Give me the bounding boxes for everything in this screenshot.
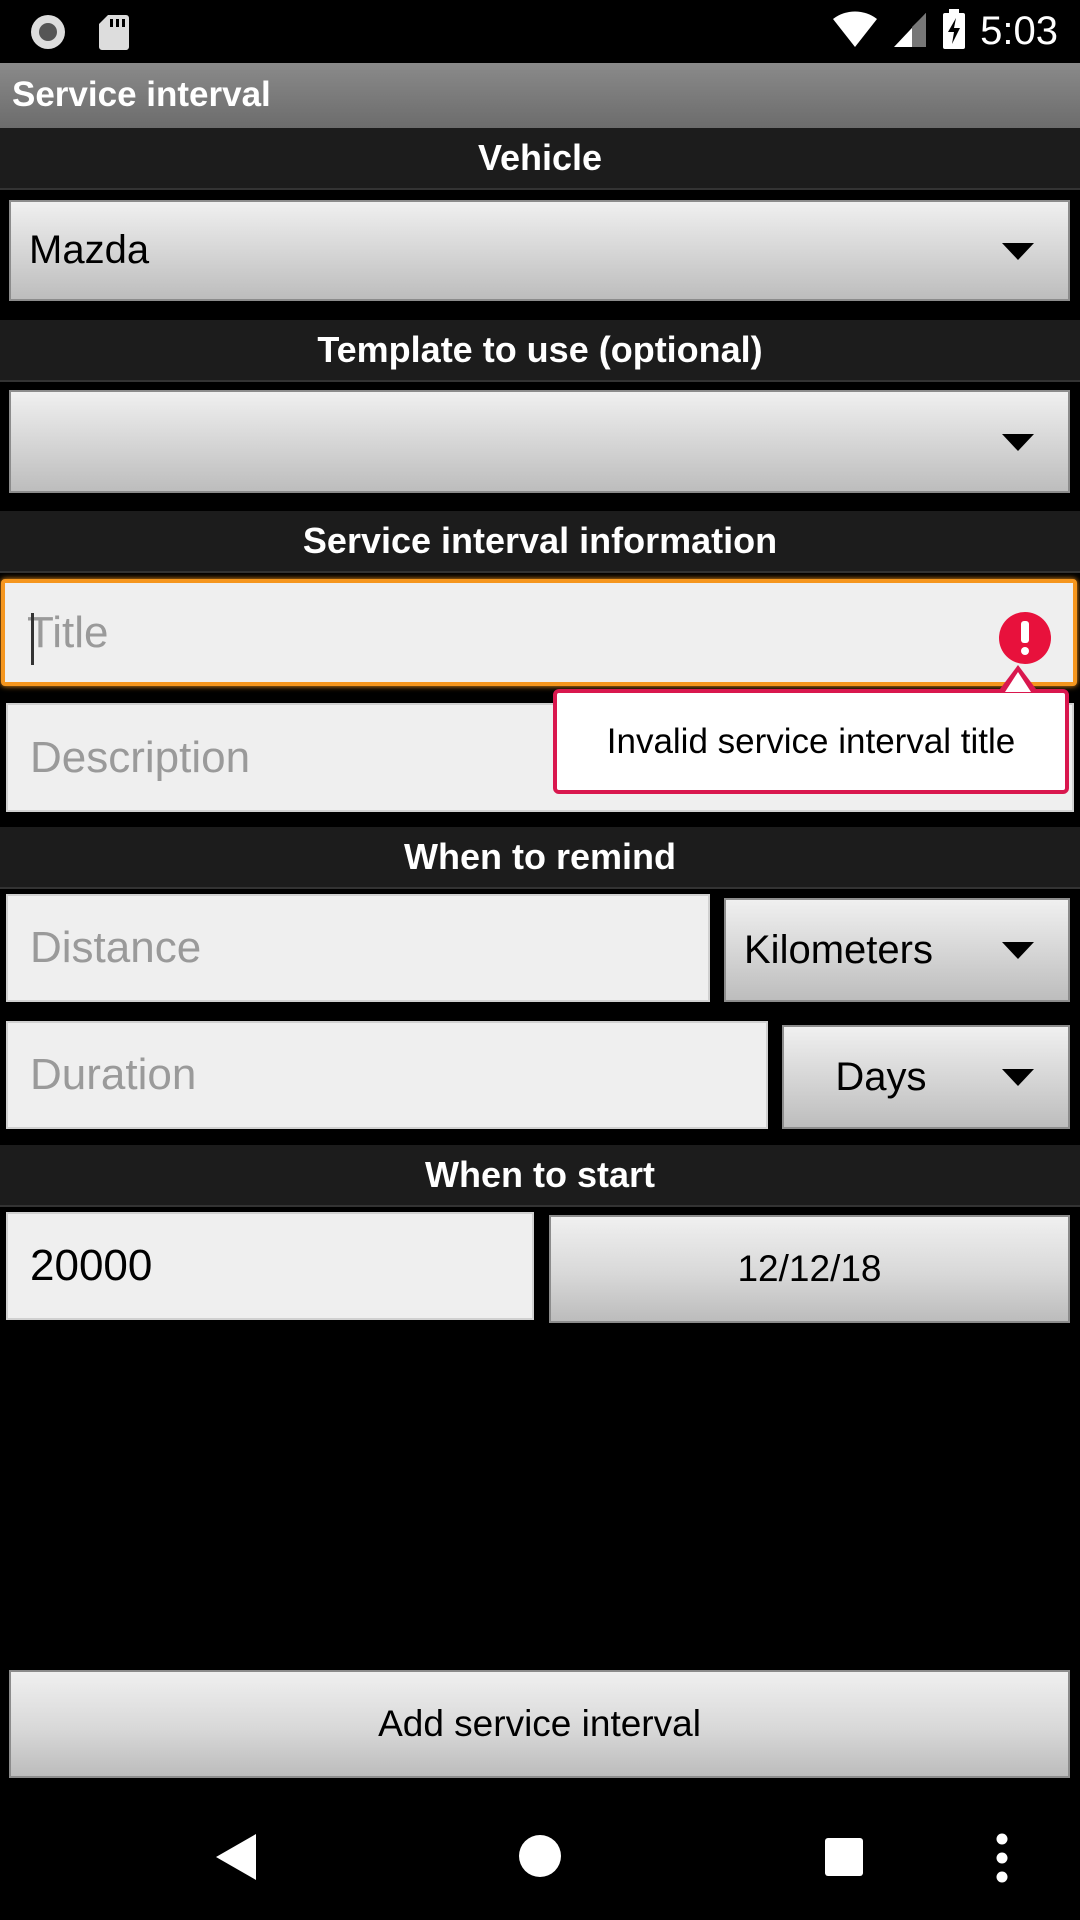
- distance-field[interactable]: Distance: [6, 894, 710, 1002]
- description-field-placeholder: Description: [30, 732, 251, 782]
- distance-field-placeholder: Distance: [30, 923, 202, 972]
- chevron-down-icon: [1002, 942, 1034, 959]
- distance-unit-spinner[interactable]: Kilometers: [724, 898, 1070, 1002]
- vehicle-spinner[interactable]: Mazda: [9, 200, 1070, 301]
- title-field-placeholder: Title: [27, 607, 109, 657]
- navigation-bar: [0, 1800, 1080, 1920]
- add-service-interval-label: Add service interval: [378, 1703, 701, 1744]
- chevron-down-icon: [1002, 433, 1034, 451]
- duration-unit-spinner[interactable]: Days: [782, 1025, 1070, 1129]
- section-header-remind: When to remind: [0, 827, 1080, 889]
- signal-icon: [892, 9, 928, 54]
- sd-card-icon: [98, 13, 130, 56]
- chevron-down-icon: [1002, 242, 1034, 260]
- section-header-vehicle: Vehicle: [0, 128, 1080, 190]
- error-icon[interactable]: [999, 612, 1051, 664]
- home-icon[interactable]: [518, 1834, 562, 1883]
- duration-field-placeholder: Duration: [30, 1050, 197, 1099]
- distance-unit-value: Kilometers: [744, 927, 933, 972]
- start-odometer-value: 20000: [30, 1241, 153, 1290]
- app-bar: Service interval: [0, 63, 1080, 128]
- tooltip-pointer-fill: [1005, 672, 1031, 692]
- start-date-button[interactable]: 12/12/18: [549, 1215, 1070, 1323]
- text-cursor: [31, 613, 34, 665]
- title-field[interactable]: Title: [1, 579, 1077, 686]
- back-icon[interactable]: [214, 1832, 258, 1887]
- start-date-label: 12/12/18: [737, 1248, 882, 1289]
- section-header-info: Service interval information: [0, 511, 1080, 573]
- recents-icon[interactable]: [824, 1837, 864, 1882]
- record-icon: [28, 12, 68, 57]
- battery-charging-icon: [942, 8, 966, 55]
- error-tooltip: Invalid service interval title: [553, 689, 1069, 794]
- error-tooltip-message: Invalid service interval title: [606, 721, 1016, 761]
- clock: 5:03: [980, 9, 1058, 53]
- wifi-icon: [832, 9, 878, 54]
- vehicle-spinner-value: Mazda: [29, 228, 150, 272]
- status-bar: 5:03: [0, 0, 1080, 63]
- overflow-menu-icon[interactable]: [995, 1833, 1009, 1888]
- section-header-template: Template to use (optional): [0, 320, 1080, 382]
- section-header-start: When to start: [0, 1145, 1080, 1207]
- template-spinner[interactable]: [9, 390, 1070, 493]
- chevron-down-icon: [1002, 1069, 1034, 1086]
- start-odometer-field[interactable]: 20000: [6, 1212, 534, 1320]
- duration-field[interactable]: Duration: [6, 1021, 768, 1129]
- page-title: Service interval: [12, 75, 271, 114]
- add-service-interval-button[interactable]: Add service interval: [9, 1670, 1070, 1778]
